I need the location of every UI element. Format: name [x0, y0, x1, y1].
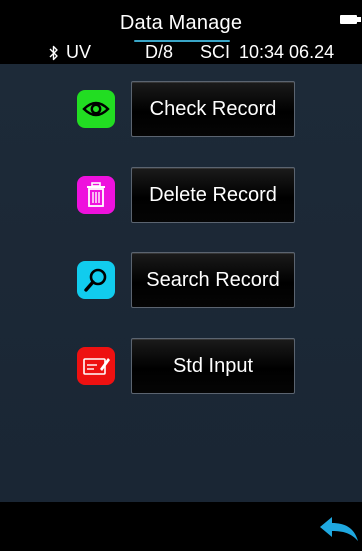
uv-indicator: UV	[66, 42, 92, 62]
std-input-button[interactable]: Std Input	[131, 338, 295, 394]
menu-item-std-input: Std Input	[0, 338, 362, 398]
mode-indicator: SCI	[200, 42, 231, 62]
geometry-indicator: D/8	[145, 42, 174, 62]
check-record-button[interactable]: Check Record	[131, 81, 295, 137]
battery-icon	[340, 15, 362, 24]
menu-item-delete-record: Delete Record	[0, 167, 362, 227]
card-edit-icon[interactable]	[77, 347, 115, 385]
page-title: Data Manage	[119, 12, 243, 34]
top-bar: Data Manage UV D/8 SCI 10:34 06.24	[0, 0, 362, 64]
delete-record-button[interactable]: Delete Record	[131, 167, 295, 223]
clock: 10:34 06.24	[239, 42, 335, 62]
magnifier-icon[interactable]	[77, 261, 115, 299]
search-record-button[interactable]: Search Record	[131, 252, 295, 308]
trash-icon[interactable]	[77, 176, 115, 214]
back-arrow-icon[interactable]	[316, 514, 360, 544]
menu-item-search-record: Search Record	[0, 252, 362, 312]
status-row: UV D/8 SCI 10:34 06.24	[0, 42, 362, 64]
menu-item-check-record: Check Record	[0, 81, 362, 141]
bluetooth-icon	[48, 45, 60, 65]
main-panel: Check Record Delete Record Search Record	[0, 64, 362, 502]
eye-icon[interactable]	[77, 90, 115, 128]
bottom-bar	[0, 502, 362, 551]
